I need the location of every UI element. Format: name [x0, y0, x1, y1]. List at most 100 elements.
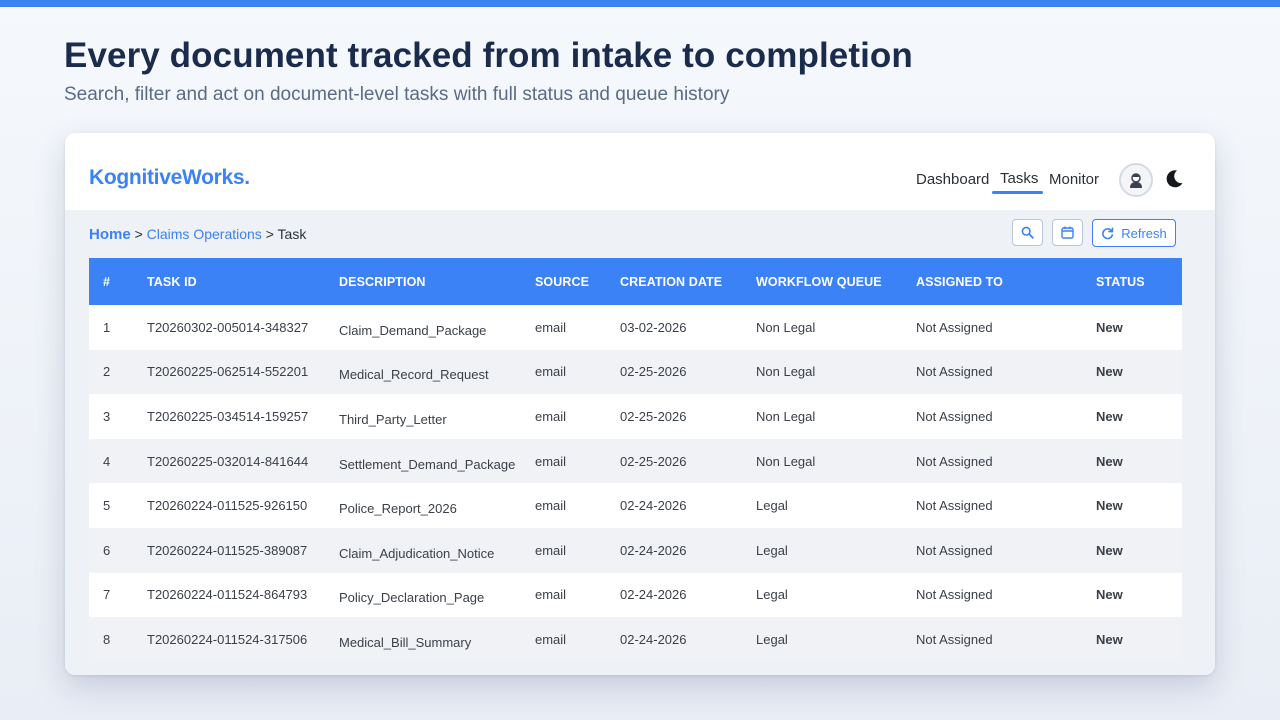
row-number: 7: [103, 587, 111, 603]
breadcrumb-separator: >: [265, 226, 274, 242]
creation-date-cell: 03-02-2026: [620, 319, 687, 335]
description-cell[interactable]: Claim_Adjudication_Notice: [339, 546, 494, 561]
task-id-cell[interactable]: T20260302-005014-348327: [147, 305, 339, 350]
task-id-cell[interactable]: T20260224-011525-926150: [147, 483, 339, 528]
source-cell: email: [535, 542, 567, 558]
description-cell[interactable]: Police_Report_2026: [339, 501, 457, 516]
workflow-queue-cell: Non Legal: [756, 408, 816, 424]
workflow-queue-cell: Legal: [756, 631, 788, 647]
table-header-row: # TASK ID DESCRIPTION SOURCE CREATION DA…: [89, 258, 1182, 305]
column-header-creation-date[interactable]: CREATION DATE: [620, 258, 756, 305]
creation-date-cell: 02-24-2026: [620, 498, 687, 514]
nav-dashboard[interactable]: Dashboard: [916, 171, 989, 188]
creation-date-cell: 02-25-2026: [620, 453, 687, 469]
table-row[interactable]: 8 T20260224-011524-317506 Medical_Bill_S…: [89, 617, 1182, 662]
assigned-to-cell: Not Assigned: [916, 364, 993, 380]
assigned-to-cell: Not Assigned: [916, 453, 993, 469]
workflow-queue-cell: Legal: [756, 587, 788, 603]
task-id-cell[interactable]: T20260224-011524-864793: [147, 573, 339, 618]
brand-logo[interactable]: KognitiveWorks.: [89, 166, 250, 190]
task-id-cell[interactable]: T20260224-011525-389087: [147, 528, 339, 573]
table-row[interactable]: 5 T20260224-011525-926150 Police_Report_…: [89, 483, 1182, 528]
creation-date-cell: 02-24-2026: [620, 542, 687, 558]
description-cell[interactable]: Medical_Record_Request: [339, 367, 489, 382]
status-badge: New: [1096, 364, 1123, 380]
nav-active-indicator: [992, 191, 1043, 194]
search-button[interactable]: [1012, 219, 1043, 246]
status-badge: New: [1096, 542, 1123, 558]
assigned-to-cell: Not Assigned: [916, 542, 993, 558]
source-cell: email: [535, 408, 567, 424]
refresh-button[interactable]: Refresh: [1092, 219, 1176, 247]
search-icon: [1021, 226, 1034, 239]
row-number: 6: [103, 542, 111, 558]
table-row[interactable]: 4 T20260225-032014-841644 Settlement_Dem…: [89, 438, 1182, 484]
refresh-icon: [1102, 227, 1114, 239]
description-cell[interactable]: Medical_Bill_Summary: [339, 635, 471, 650]
source-cell: email: [535, 587, 567, 603]
status-badge: New: [1096, 408, 1123, 424]
row-number: 2: [103, 364, 111, 380]
breadcrumb: Home > Claims Operations > Task: [89, 226, 306, 243]
description-cell[interactable]: Claim_Demand_Package: [339, 323, 486, 338]
source-cell: email: [535, 631, 567, 647]
breadcrumb-home[interactable]: Home: [89, 226, 131, 243]
assigned-to-cell: Not Assigned: [916, 498, 993, 514]
row-number: 3: [103, 408, 111, 424]
task-id-cell[interactable]: T20260225-062514-552201: [147, 350, 339, 395]
creation-date-cell: 02-24-2026: [620, 587, 687, 603]
column-header-status[interactable]: STATUS: [1096, 258, 1182, 305]
page-subtitle: Search, filter and act on document-level…: [64, 84, 730, 105]
nav-monitor[interactable]: Monitor: [1049, 171, 1099, 188]
assigned-to-cell: Not Assigned: [916, 319, 993, 335]
table-row[interactable]: 7 T20260224-011524-864793 Policy_Declara…: [89, 573, 1182, 618]
tasks-table: # TASK ID DESCRIPTION SOURCE CREATION DA…: [89, 258, 1182, 662]
nav-tasks[interactable]: Tasks: [1000, 170, 1038, 187]
breadcrumb-current: Task: [277, 226, 307, 242]
workflow-queue-cell: Legal: [756, 542, 788, 558]
table-row[interactable]: 3 T20260225-034514-159257 Third_Party_Le…: [89, 394, 1182, 439]
column-header-description[interactable]: DESCRIPTION: [339, 258, 535, 305]
app-header: KognitiveWorks. Dashboard Tasks Monitor: [65, 133, 1215, 210]
table-row[interactable]: 2 T20260225-062514-552201 Medical_Record…: [89, 349, 1182, 395]
workflow-queue-cell: Non Legal: [756, 364, 816, 380]
assigned-to-cell: Not Assigned: [916, 587, 993, 603]
row-number: 5: [103, 498, 111, 514]
column-header-task-id[interactable]: TASK ID: [147, 258, 339, 305]
source-cell: email: [535, 453, 567, 469]
source-cell: email: [535, 319, 567, 335]
task-id-cell[interactable]: T20260224-011524-317506: [147, 617, 339, 662]
description-cell[interactable]: Third_Party_Letter: [339, 412, 447, 427]
table-row[interactable]: 1 T20260302-005014-348327 Claim_Demand_P…: [89, 305, 1182, 350]
app-window: KognitiveWorks. Dashboard Tasks Monitor …: [65, 133, 1215, 675]
task-id-cell[interactable]: T20260225-032014-841644: [147, 439, 339, 484]
moon-icon[interactable]: [1163, 168, 1185, 190]
status-badge: New: [1096, 587, 1123, 603]
breadcrumb-claims-operations[interactable]: Claims Operations: [147, 226, 262, 242]
workflow-queue-cell: Non Legal: [756, 453, 816, 469]
description-cell[interactable]: Policy_Declaration_Page: [339, 590, 484, 605]
status-badge: New: [1096, 498, 1123, 514]
source-cell: email: [535, 364, 567, 380]
column-header-workflow-queue[interactable]: WORKFLOW QUEUE: [756, 258, 916, 305]
description-cell[interactable]: Settlement_Demand_Package: [339, 457, 515, 472]
top-accent-bar: [0, 0, 1280, 7]
breadcrumb-separator: >: [134, 226, 143, 242]
creation-date-cell: 02-25-2026: [620, 408, 687, 424]
table-row[interactable]: 6 T20260224-011525-389087 Claim_Adjudica…: [89, 527, 1182, 573]
column-header-number[interactable]: #: [89, 258, 147, 305]
task-id-cell[interactable]: T20260225-034514-159257: [147, 394, 339, 439]
source-cell: email: [535, 498, 567, 514]
column-header-source[interactable]: SOURCE: [535, 258, 620, 305]
row-number: 1: [103, 319, 111, 335]
calendar-button[interactable]: [1052, 219, 1083, 246]
column-header-assigned-to[interactable]: ASSIGNED TO: [916, 258, 1096, 305]
creation-date-cell: 02-24-2026: [620, 631, 687, 647]
calendar-icon: [1061, 226, 1074, 239]
assigned-to-cell: Not Assigned: [916, 631, 993, 647]
creation-date-cell: 02-25-2026: [620, 364, 687, 380]
user-avatar-icon[interactable]: [1119, 163, 1153, 197]
refresh-label: Refresh: [1121, 225, 1167, 241]
page-headline: Every document tracked from intake to co…: [64, 36, 913, 75]
assigned-to-cell: Not Assigned: [916, 408, 993, 424]
